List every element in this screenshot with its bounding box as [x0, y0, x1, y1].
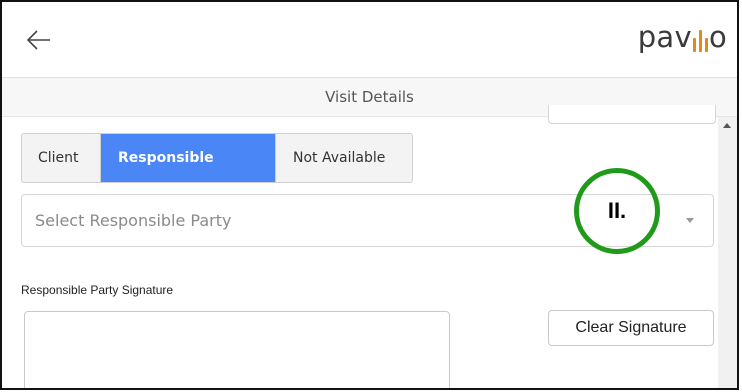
back-arrow-icon[interactable]: [24, 25, 54, 55]
scroll-up-arrow-icon[interactable]: [723, 123, 731, 128]
top-bar: pav o: [2, 2, 737, 78]
caret-down-icon[interactable]: [686, 218, 694, 223]
annotation-label: II.: [607, 198, 627, 223]
annotation-circle: II.: [574, 168, 660, 254]
logo-bars-icon: [692, 22, 708, 52]
segment-not-available[interactable]: Not Available: [276, 134, 412, 182]
select-placeholder: Select Responsible Party: [35, 211, 232, 230]
pavillio-logo: pav o: [637, 20, 727, 54]
partial-field[interactable]: [548, 105, 716, 124]
signature-pad[interactable]: [24, 311, 450, 388]
segment-client[interactable]: Client: [22, 134, 101, 182]
signer-type-segmented-control: Client Responsible Party Not Available: [21, 133, 413, 183]
app-frame: pav o Visit Details Client Responsible P…: [0, 0, 739, 390]
signature-label: Responsible Party Signature: [21, 283, 174, 297]
segment-responsible-party[interactable]: Responsible Party: [101, 134, 276, 182]
clear-signature-button[interactable]: Clear Signature: [548, 310, 714, 346]
scrollbar[interactable]: [718, 117, 737, 388]
